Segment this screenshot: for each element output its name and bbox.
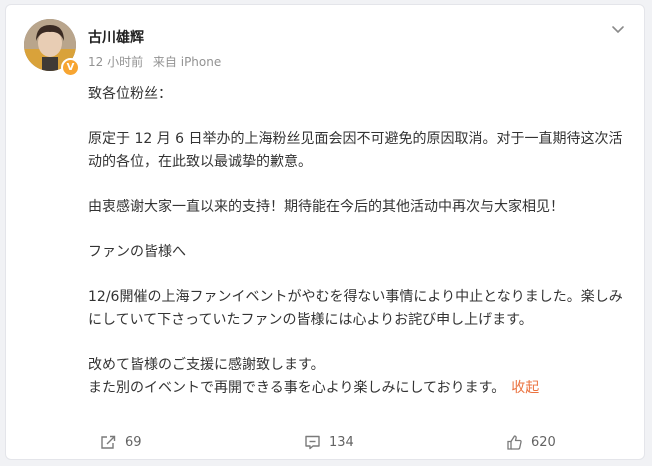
repost-count: 69 [125,434,142,450]
repost-button[interactable]: 69 [100,430,142,454]
comment-icon [305,435,320,449]
post-meta: 12 小时前 来自 iPhone [88,53,221,70]
comment-count: 134 [329,434,354,450]
collapse-link[interactable]: 收起 [511,380,539,396]
author-name[interactable]: 古川雄辉 [88,27,144,47]
paragraph-jp-3: また別のイベントで再開できる事を心より楽しみにしております。 收起 [88,377,628,400]
thumbs-up-icon [507,434,522,450]
greeting-jp: ファンの皆様へ [88,244,186,260]
paragraph-cn-1: 原定于 12 月 6 日举办的上海粉丝见面会因不可避免的原因取消。对于一直期待这… [88,131,623,170]
verified-badge-icon: V [61,58,80,77]
like-count: 620 [531,434,556,450]
repost-icon [101,435,116,449]
chevron-down-icon[interactable] [608,19,628,39]
post-source: 来自 iPhone [152,55,222,69]
weibo-post-card: V 古川雄辉 12 小时前 来自 iPhone 致各位粉丝： 原定于 12 月 … [5,4,645,460]
like-button[interactable]: 620 [506,430,556,454]
paragraph-jp-2: 改めて皆様のご支援に感謝致します。 [88,357,325,373]
paragraph-cn-2: 由衷感谢大家一直以来的支持！期待能在今后的其他活动中再次与大家相见！ [88,199,564,215]
post-text: 致各位粉丝： 原定于 12 月 6 日举办的上海粉丝见面会因不可避免的原因取消。… [88,83,628,400]
paragraph-jp-1: 12/6開催の上海ファンイベントがやむを得ない事情により中止となりました。楽しみ… [88,289,623,328]
comment-button[interactable]: 134 [304,430,354,454]
paragraph-jp-3-text: また別のイベントで再開できる事を心より楽しみにしております。 [88,380,506,396]
greeting-cn: 致各位粉丝： [88,86,172,102]
action-bar: 69 134 620 [6,430,646,454]
post-time[interactable]: 12 小时前 [88,55,143,69]
